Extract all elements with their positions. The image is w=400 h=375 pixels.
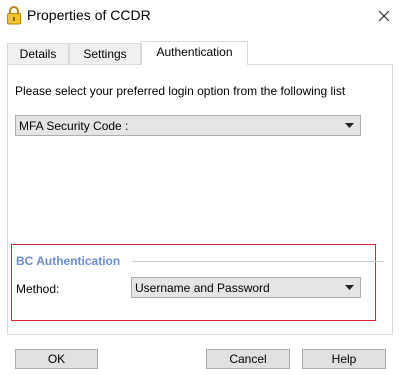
group-divider: [132, 261, 384, 262]
padlock-icon: [7, 6, 21, 25]
tab-details[interactable]: Details: [7, 43, 69, 64]
close-icon[interactable]: [374, 6, 394, 26]
method-label: Method:: [16, 282, 60, 296]
help-button[interactable]: Help: [302, 349, 386, 369]
title-bar: Properties of CCDR: [0, 0, 400, 32]
chevron-down-icon: [345, 285, 354, 290]
method-dropdown[interactable]: Username and Password: [131, 277, 361, 298]
tab-settings[interactable]: Settings: [69, 43, 141, 64]
cancel-button[interactable]: Cancel: [206, 349, 290, 369]
login-option-prompt: Please select your preferred login optio…: [15, 84, 346, 98]
window-title: Properties of CCDR: [27, 7, 151, 23]
login-option-value: MFA Security Code :: [19, 119, 129, 133]
bc-authentication-group-title: BC Authentication: [16, 254, 121, 268]
method-value: Username and Password: [135, 281, 270, 295]
login-option-dropdown[interactable]: MFA Security Code :: [15, 115, 361, 136]
tab-authentication[interactable]: Authentication: [141, 41, 248, 65]
chevron-down-icon: [345, 123, 354, 128]
ok-button[interactable]: OK: [15, 349, 98, 369]
tab-strip: Details Settings Authentication: [0, 41, 400, 65]
